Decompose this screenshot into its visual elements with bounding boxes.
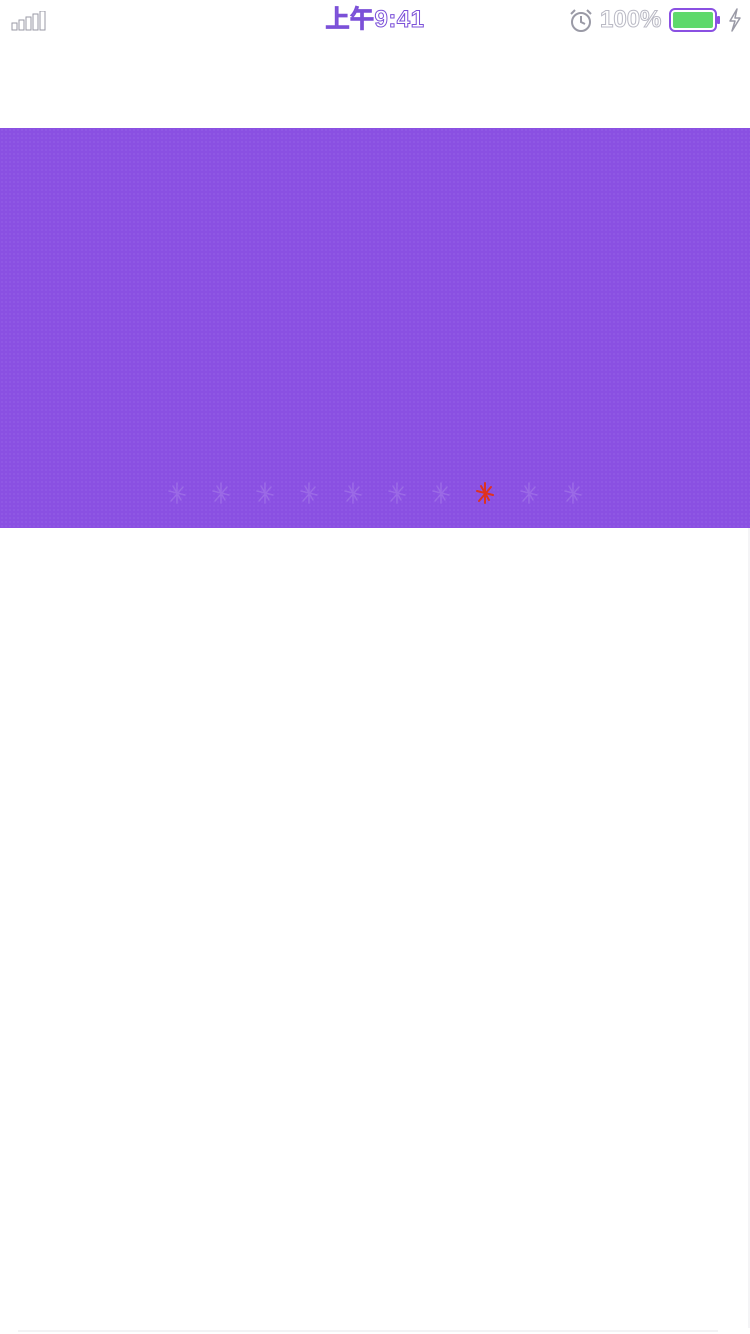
page-dot-icon bbox=[388, 482, 406, 504]
page-dot-icon bbox=[564, 482, 582, 504]
page-dot-active[interactable] bbox=[473, 480, 497, 506]
page-dot-icon bbox=[212, 482, 230, 504]
page-dot[interactable] bbox=[561, 480, 585, 506]
charging-icon bbox=[729, 8, 741, 32]
page-dot[interactable] bbox=[517, 480, 541, 506]
page-dot[interactable] bbox=[253, 480, 277, 506]
content-area bbox=[0, 528, 750, 1334]
page-dot[interactable] bbox=[297, 480, 321, 506]
page-dot-icon bbox=[300, 482, 318, 504]
page-dot[interactable] bbox=[385, 480, 409, 506]
banner-carousel[interactable] bbox=[0, 128, 750, 528]
page-dot-icon bbox=[344, 482, 362, 504]
page-dot[interactable] bbox=[341, 480, 365, 506]
battery-percent: 100% bbox=[599, 6, 662, 34]
page-dot[interactable] bbox=[209, 480, 233, 506]
battery-icon bbox=[669, 8, 720, 32]
page-dot-icon bbox=[256, 482, 274, 504]
battery-level-fill bbox=[673, 12, 713, 28]
page-dot-icon bbox=[520, 482, 538, 504]
bottom-divider bbox=[18, 1330, 718, 1332]
page-dot-icon bbox=[476, 482, 494, 504]
screen: 上午9:41 100% bbox=[0, 0, 750, 1334]
status-bar: 上午9:41 100% bbox=[0, 0, 750, 40]
page-indicator bbox=[0, 480, 750, 506]
page-dot-icon bbox=[432, 482, 450, 504]
page-dot-icon bbox=[168, 482, 186, 504]
page-dot[interactable] bbox=[429, 480, 453, 506]
page-dot[interactable] bbox=[165, 480, 189, 506]
alarm-icon bbox=[570, 9, 592, 32]
